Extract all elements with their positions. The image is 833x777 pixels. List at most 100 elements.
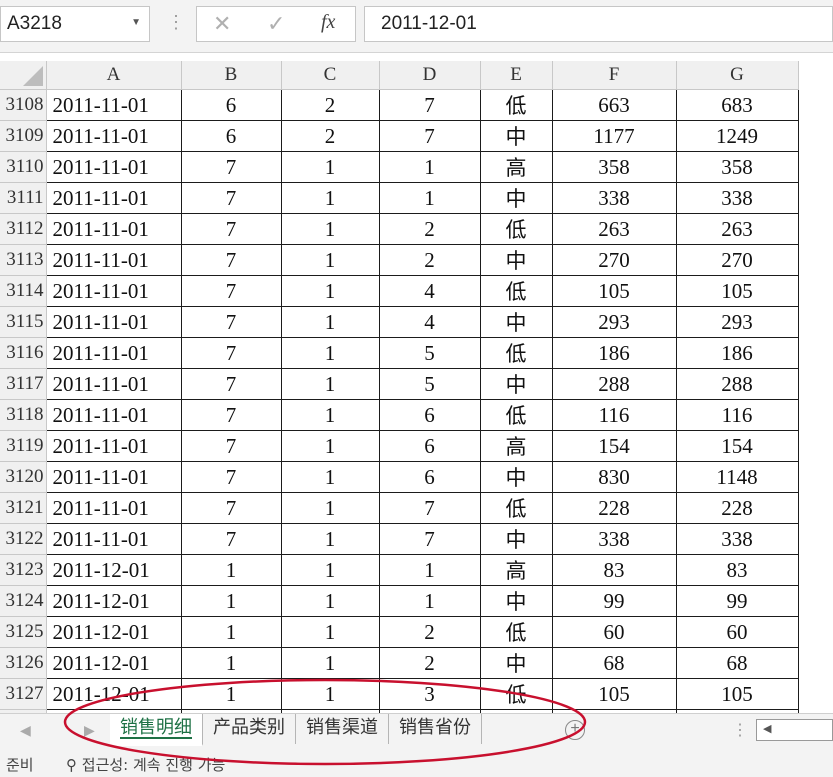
cell-f[interactable]: 105 (552, 678, 677, 710)
select-all-corner[interactable] (0, 61, 47, 90)
cell-g[interactable]: 105 (676, 678, 799, 710)
cell-d[interactable]: 7 (379, 89, 481, 121)
cell-c[interactable]: 1 (281, 306, 380, 338)
cell-g[interactable]: 154 (676, 430, 799, 462)
cell-f[interactable]: 83 (552, 554, 677, 586)
row-header[interactable]: 3118 (0, 399, 47, 431)
add-sheet-icon[interactable]: + (565, 720, 585, 740)
row-header[interactable]: 3119 (0, 430, 47, 462)
prev-sheet-icon[interactable]: ◀ (20, 722, 31, 739)
cell-f[interactable]: 60 (552, 616, 677, 648)
cell-e[interactable]: 低 (480, 275, 553, 307)
cell-b[interactable]: 7 (181, 399, 282, 431)
cell-b[interactable]: 6 (181, 89, 282, 121)
cell-d[interactable]: 5 (379, 368, 481, 400)
cell-b[interactable]: 6 (181, 120, 282, 152)
column-header-e[interactable]: E (480, 61, 553, 90)
cell-c[interactable]: 2 (281, 89, 380, 121)
cell-e[interactable]: 中 (480, 585, 553, 617)
cell-g[interactable]: 186 (676, 337, 799, 369)
cell-d[interactable]: 4 (379, 306, 481, 338)
cell-e[interactable]: 高 (480, 430, 553, 462)
cell-c[interactable]: 1 (281, 399, 380, 431)
cell-b[interactable]: 7 (181, 368, 282, 400)
sheet-tab[interactable]: 销售渠道 (296, 714, 389, 744)
cell-e[interactable]: 中 (480, 182, 553, 214)
cell-d[interactable]: 4 (379, 275, 481, 307)
function-icon[interactable]: fx (321, 11, 335, 34)
cell-c[interactable]: 1 (281, 523, 380, 555)
cell-f[interactable]: 154 (552, 430, 677, 462)
cell-g[interactable]: 338 (676, 523, 799, 555)
cell-a[interactable]: 2011-11-01 (46, 89, 182, 121)
cell-f[interactable]: 263 (552, 213, 677, 245)
cell-d[interactable]: 1 (379, 182, 481, 214)
cell-e[interactable]: 中 (480, 368, 553, 400)
cell-e[interactable]: 中 (480, 306, 553, 338)
cell-g[interactable]: 105 (676, 275, 799, 307)
sheet-tab[interactable]: 产品类别 (203, 714, 296, 744)
row-header[interactable]: 3113 (0, 244, 47, 276)
formula-input[interactable]: 2011-12-01 (364, 6, 833, 42)
cell-c[interactable]: 1 (281, 492, 380, 524)
cell-e[interactable]: 低 (480, 213, 553, 245)
tab-split-handle-icon[interactable]: ⋮ (732, 720, 748, 740)
cell-d[interactable]: 1 (379, 151, 481, 183)
cell-b[interactable]: 7 (181, 337, 282, 369)
row-header[interactable]: 3115 (0, 306, 47, 338)
column-header-g[interactable]: G (676, 61, 799, 90)
cell-a[interactable]: 2011-12-01 (46, 585, 182, 617)
cell-d[interactable]: 2 (379, 647, 481, 679)
row-header[interactable]: 3127 (0, 678, 47, 710)
cell-d[interactable]: 6 (379, 461, 481, 493)
cell-b[interactable]: 1 (181, 647, 282, 679)
cell-f[interactable]: 68 (552, 647, 677, 679)
cell-b[interactable]: 7 (181, 182, 282, 214)
cell-f[interactable]: 116 (552, 399, 677, 431)
cell-a[interactable]: 2011-11-01 (46, 492, 182, 524)
cell-f[interactable]: 293 (552, 306, 677, 338)
cell-f[interactable]: 663 (552, 89, 677, 121)
cell-d[interactable]: 7 (379, 120, 481, 152)
cell-c[interactable]: 1 (281, 647, 380, 679)
cell-f[interactable]: 270 (552, 244, 677, 276)
cell-e[interactable]: 中 (480, 120, 553, 152)
cell-b[interactable]: 7 (181, 306, 282, 338)
cell-a[interactable]: 2011-11-01 (46, 523, 182, 555)
cell-a[interactable]: 2011-11-01 (46, 461, 182, 493)
cell-e[interactable]: 低 (480, 399, 553, 431)
cell-e[interactable]: 高 (480, 151, 553, 183)
cell-a[interactable]: 2011-11-01 (46, 244, 182, 276)
cell-a[interactable]: 2011-12-01 (46, 647, 182, 679)
cell-e[interactable]: 低 (480, 616, 553, 648)
cell-g[interactable]: 83 (676, 554, 799, 586)
cell-b[interactable]: 1 (181, 585, 282, 617)
cell-c[interactable]: 1 (281, 678, 380, 710)
cell-c[interactable]: 1 (281, 182, 380, 214)
cell-g[interactable]: 263 (676, 213, 799, 245)
cancel-icon[interactable]: ✕ (213, 11, 231, 37)
cell-a[interactable]: 2011-11-01 (46, 368, 182, 400)
cell-f[interactable]: 338 (552, 523, 677, 555)
cell-f[interactable]: 99 (552, 585, 677, 617)
row-header[interactable]: 3116 (0, 337, 47, 369)
cell-c[interactable]: 1 (281, 213, 380, 245)
cell-d[interactable]: 7 (379, 492, 481, 524)
cell-g[interactable]: 1148 (676, 461, 799, 493)
cell-e[interactable]: 低 (480, 89, 553, 121)
cell-b[interactable]: 1 (181, 616, 282, 648)
cell-b[interactable]: 7 (181, 151, 282, 183)
row-header[interactable]: 3110 (0, 151, 47, 183)
row-header[interactable]: 3112 (0, 213, 47, 245)
cell-a[interactable]: 2011-11-01 (46, 182, 182, 214)
cell-c[interactable]: 1 (281, 616, 380, 648)
scroll-left-icon[interactable]: ◀ (763, 722, 771, 735)
cell-f[interactable]: 338 (552, 182, 677, 214)
cell-c[interactable]: 1 (281, 585, 380, 617)
cell-c[interactable]: 1 (281, 244, 380, 276)
cell-d[interactable]: 3 (379, 678, 481, 710)
cell-d[interactable]: 2 (379, 616, 481, 648)
cell-c[interactable]: 1 (281, 337, 380, 369)
cell-a[interactable]: 2011-11-01 (46, 151, 182, 183)
cell-a[interactable]: 2011-12-01 (46, 678, 182, 710)
